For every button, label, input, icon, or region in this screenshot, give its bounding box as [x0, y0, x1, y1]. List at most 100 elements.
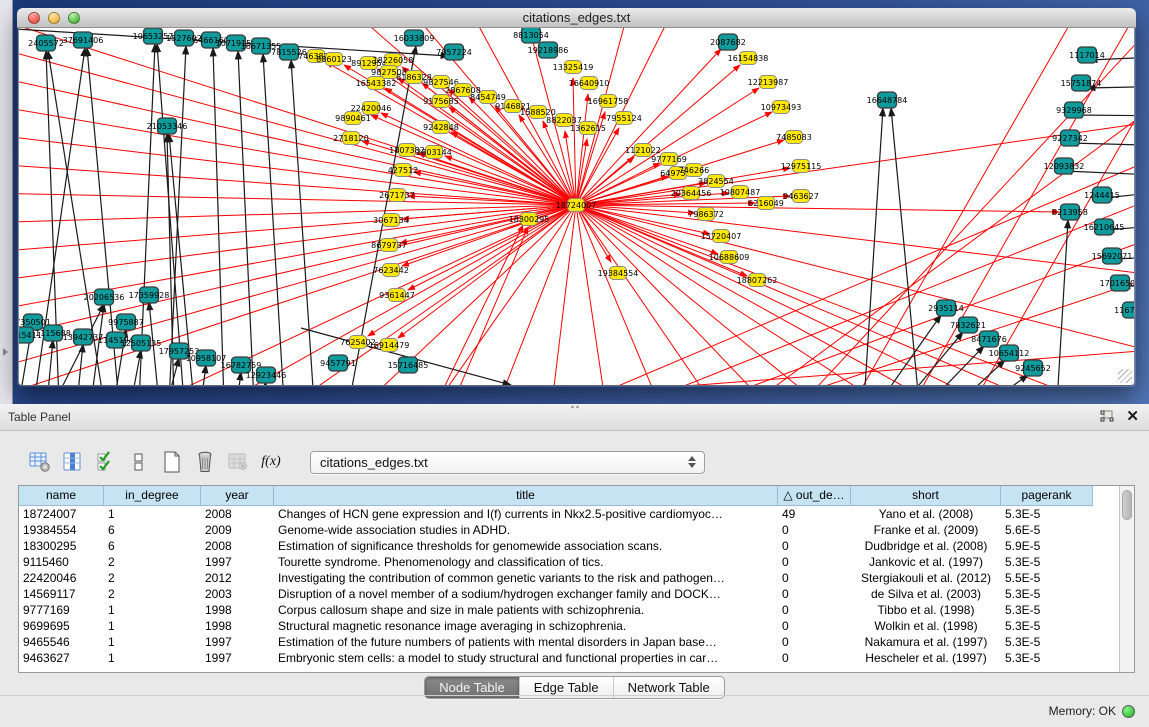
graph-node[interactable]: 2718120 [333, 132, 369, 145]
graph-node[interactable]: 20206536 [84, 289, 125, 305]
graph-node[interactable]: 9245652 [1015, 360, 1051, 376]
network-window-titlebar[interactable]: citations_edges.txt [17, 8, 1136, 28]
graph-node[interactable]: 12975115 [781, 160, 822, 173]
table-settings-icon[interactable] [28, 450, 52, 474]
graph-node[interactable]: 13325419 [553, 61, 594, 74]
graph-node[interactable]: 16640910 [569, 77, 610, 90]
panel-toggle-arrow-icon[interactable] [3, 348, 8, 356]
graph-node[interactable]: 2087682 [710, 34, 746, 50]
graph-node[interactable]: 1117014 [1069, 47, 1105, 63]
graph-node[interactable]: 16154838 [728, 52, 769, 65]
svg-text:10654112: 10654112 [989, 349, 1030, 358]
graph-node[interactable]: 16543382 [356, 77, 397, 90]
graph-node[interactable]: 15692071 [1092, 248, 1133, 264]
graph-node[interactable]: 9175685 [423, 95, 459, 108]
graph-node[interactable]: 15751874 [1061, 75, 1102, 91]
graph-node[interactable]: 9777169 [651, 153, 687, 166]
memory-status[interactable]: Memory: OK [1049, 704, 1135, 718]
graph-node[interactable]: 20364456 [671, 187, 712, 200]
graph-node[interactable]: 17016504 [1100, 275, 1135, 291]
graph-hub-node[interactable]: 18724007 [556, 199, 597, 212]
graph-node[interactable]: 9890461 [335, 112, 371, 125]
graph-node[interactable]: 16210645 [1084, 219, 1125, 235]
table-vertical-scrollbar[interactable] [1119, 486, 1134, 672]
table-row[interactable]: 946362711997Embryonic stem cells: a mode… [19, 650, 1134, 666]
column-header-short[interactable]: short [851, 486, 1001, 506]
graph-node[interactable]: 6216049 [748, 197, 784, 210]
graph-node[interactable]: 10807487 [720, 186, 761, 199]
new-column-icon[interactable] [160, 450, 184, 474]
graph-node[interactable]: 21053346 [147, 118, 188, 134]
network-table-select[interactable]: citations_edges.txt [310, 451, 705, 474]
graph-node[interactable]: 18807262 [737, 274, 778, 287]
graph-node[interactable]: 1807382 [389, 144, 425, 157]
table-row[interactable]: 969969511998Structural magnetic resonanc… [19, 618, 1134, 634]
delete-table-icon[interactable] [226, 450, 250, 474]
graph-node[interactable]: 7485083 [776, 131, 812, 144]
graph-node[interactable]: 3824554 [698, 175, 734, 188]
column-header-out-de-[interactable]: △ out_de… [778, 486, 851, 506]
graph-node[interactable]: 8813054 [513, 28, 549, 43]
table-row[interactable]: 977716911998Corpus callosum shape and si… [19, 602, 1134, 618]
table-row[interactable]: 1872400712008Changes of HCN gene express… [19, 506, 1134, 522]
function-builder-icon[interactable]: f(x) [259, 450, 283, 474]
network-canvas[interactable]: 2405572376914061065325715276026466160107… [18, 28, 1135, 386]
column-header-in-degree[interactable]: in_degree [104, 486, 201, 506]
graph-node[interactable]: 10688609 [709, 251, 750, 264]
graph-node[interactable]: 2671737 [379, 189, 415, 202]
graph-node[interactable]: 16961758 [588, 95, 629, 108]
column-header-year[interactable]: year [201, 486, 274, 506]
graph-node[interactable]: 7832621 [950, 317, 986, 333]
graph-node[interactable]: 18226058 [373, 54, 414, 67]
graph-node[interactable]: 10973493 [761, 101, 802, 114]
graph-node[interactable]: 1167533 [1114, 302, 1135, 318]
graph-node[interactable]: 1362615 [570, 122, 606, 135]
deselect-rows-icon[interactable] [127, 450, 151, 474]
graph-node[interactable]: 7986372 [688, 208, 724, 221]
citation-graph[interactable]: 2405572376914061065325715276026466160107… [19, 28, 1135, 386]
delete-column-icon[interactable] [193, 450, 217, 474]
column-header-title[interactable]: title [274, 486, 778, 506]
graph-node[interactable]: 8213958 [1052, 204, 1088, 220]
graph-node[interactable]: 3067134 [373, 214, 409, 227]
panel-divider-handle[interactable] [570, 405, 580, 409]
graph-node[interactable]: 16033809 [394, 30, 435, 46]
graph-node[interactable]: 8679737 [371, 239, 407, 252]
graph-node[interactable]: 7623442 [373, 264, 409, 277]
table-cell: 5.3E-5 [1001, 650, 1093, 666]
graph-node[interactable]: 427512 [388, 164, 419, 177]
graph-node[interactable]: 15720407 [701, 230, 742, 243]
window-resize-grip[interactable] [1118, 369, 1132, 383]
graph-node[interactable]: 15716485 [388, 357, 429, 373]
graph-node[interactable]: 9457791 [320, 355, 356, 371]
panel-close-icon[interactable]: ✕ [1126, 409, 1139, 424]
graph-node[interactable]: 16914479 [369, 339, 410, 352]
table-row[interactable]: 911546021997Tourette syndrome. Phenomeno… [19, 554, 1134, 570]
graph-node[interactable]: 9242848 [423, 121, 459, 134]
graph-node[interactable]: 8860123 [316, 53, 352, 66]
graph-node[interactable]: 9463627 [783, 190, 819, 203]
select-all-rows-icon[interactable] [94, 450, 118, 474]
scrollbar-thumb[interactable] [1122, 490, 1132, 520]
graph-node[interactable]: 9975887 [108, 314, 144, 330]
table-row[interactable]: 1830029562008Estimation of significance … [19, 538, 1134, 554]
graph-node[interactable]: 2405572 [28, 35, 64, 51]
graph-node[interactable]: 18300295 [509, 213, 550, 226]
graph-node[interactable]: 16648784 [867, 92, 908, 108]
graph-node[interactable]: 8471676 [971, 331, 1007, 347]
graph-node[interactable]: 1244415 [1084, 187, 1120, 203]
float-window-icon[interactable] [1100, 410, 1114, 423]
graph-node[interactable]: 746266 [679, 164, 710, 177]
table-row[interactable]: 1456911722003Disruption of a novel membe… [19, 586, 1134, 602]
left-panel-collapse-strip[interactable] [0, 0, 13, 404]
column-visibility-icon[interactable] [61, 450, 85, 474]
column-header-name[interactable]: name [19, 486, 104, 506]
graph-node[interactable]: 9361447 [379, 289, 415, 302]
column-header-pagerank[interactable]: pagerank [1001, 486, 1093, 506]
table-row[interactable]: 2242004622012Investigating the contribut… [19, 570, 1134, 586]
graph-node[interactable]: 12213987 [748, 76, 789, 89]
table-row[interactable]: 1938455462009Genome-wide association stu… [19, 522, 1134, 538]
graph-node[interactable]: 7955124 [606, 112, 642, 125]
table-row[interactable]: 946554611997Estimation of the future num… [19, 634, 1134, 650]
graph-node[interactable]: 19384554 [598, 267, 639, 280]
